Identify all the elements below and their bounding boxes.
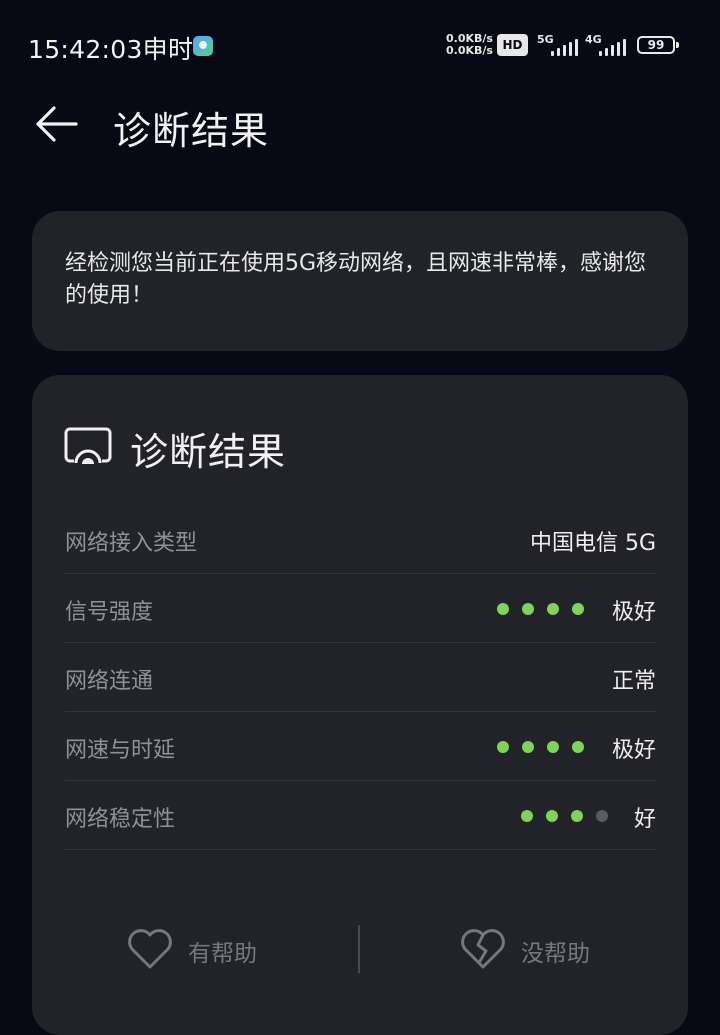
row-label: 网络接入类型 (65, 531, 198, 556)
diagnosis-result-card: 诊断结果 网络接入类型 中国电信 5G 信号强度 极好 网络连通 正常 网速与时… (32, 375, 688, 1035)
result-card-title: 诊断结果 (130, 430, 287, 474)
not-helpful-button[interactable]: 没帮助 (459, 925, 629, 975)
row-label: 信号强度 (65, 600, 154, 625)
rating-dot-filled (572, 603, 584, 615)
result-row-access-type: 网络接入类型 中国电信 5G (65, 505, 656, 574)
status-time: 15:42:03申时 (28, 35, 194, 64)
row-value: 正常 (611, 669, 656, 694)
rating-dot-filled (547, 603, 559, 615)
back-button[interactable] (30, 102, 82, 146)
rating-dot-filled (522, 741, 534, 753)
result-row-stability: 网络稳定性 好 (65, 781, 656, 850)
helpful-button[interactable]: 有帮助 (126, 925, 296, 975)
result-list: 网络接入类型 中国电信 5G 信号强度 极好 网络连通 正常 网速与时延 极好 … (65, 505, 656, 850)
rating-dot-filled (522, 603, 534, 615)
row-value: 极好 (611, 738, 656, 763)
network-speed: 0.0KB/s 0.0KB/s (446, 33, 496, 57)
rating-dot-filled (521, 810, 533, 822)
broken-heart-icon (461, 929, 505, 969)
summary-card: 经检测您当前正在使用5G移动网络，且网速非常棒，感谢您的使用！ (32, 211, 688, 351)
rating-dot-filled (546, 810, 558, 822)
cast-screen-icon (64, 427, 112, 464)
arrow-left-icon (36, 106, 78, 142)
signal-bars-icon (599, 39, 626, 56)
rating-dots (497, 741, 584, 753)
result-row-connectivity: 网络连通 正常 (65, 643, 656, 712)
battery-icon: 99 (637, 36, 679, 54)
rating-dot-empty (596, 810, 608, 822)
result-row-signal: 信号强度 极好 (65, 574, 656, 643)
hd-voice-badge: HD (497, 34, 528, 56)
status-bar: 15:42:03申时 0.0KB/s 0.0KB/s HD 5G 4G 99 (0, 0, 720, 90)
row-value: 极好 (611, 600, 656, 625)
rating-dot-filled (572, 741, 584, 753)
rating-dots (521, 810, 608, 822)
feedback-bar: 有帮助 没帮助 (32, 915, 688, 985)
row-label: 网络连通 (65, 669, 154, 694)
network-speed-down: 0.0KB/s (446, 44, 493, 57)
not-helpful-label: 没帮助 (521, 941, 590, 967)
row-value: 中国电信 5G (529, 531, 656, 556)
rating-dot-filled (547, 741, 559, 753)
row-label: 网络稳定性 (65, 807, 176, 832)
summary-text: 经检测您当前正在使用5G移动网络，且网速非常棒，感谢您的使用！ (65, 251, 647, 308)
row-value: 好 (633, 807, 656, 832)
rating-dot-filled (497, 603, 509, 615)
helpful-label: 有帮助 (188, 941, 257, 967)
app-header: 诊断结果 (0, 90, 720, 160)
rating-dot-filled (571, 810, 583, 822)
feedback-divider (358, 925, 360, 973)
result-row-speed-latency: 网速与时延 极好 (65, 712, 656, 781)
page-title: 诊断结果 (113, 109, 270, 153)
rating-dot-filled (497, 741, 509, 753)
signal-bars-icon (551, 39, 578, 56)
heart-icon (128, 929, 172, 969)
row-label: 网速与时延 (65, 738, 176, 763)
notification-app-icon (193, 36, 213, 56)
rating-dots (497, 603, 584, 615)
